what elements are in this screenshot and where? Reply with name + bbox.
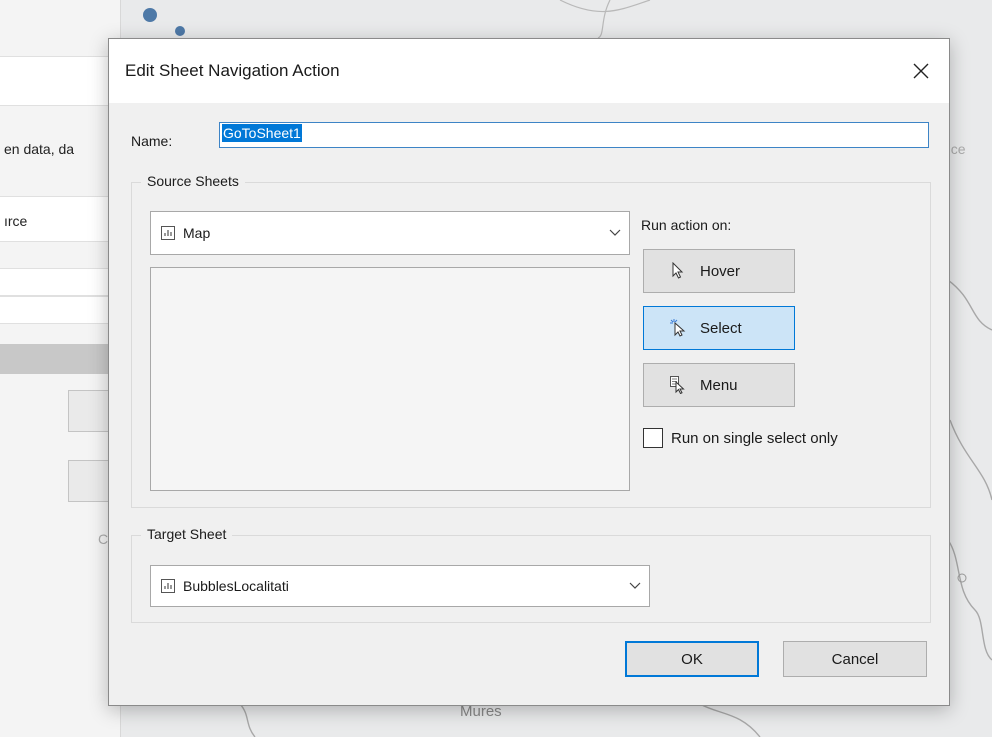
target-sheet-label: Target Sheet <box>141 526 233 542</box>
edit-sheet-navigation-dialog: Edit Sheet Navigation Action Name: GoToS… <box>108 38 950 706</box>
run-action-label: Run action on: <box>641 217 732 233</box>
panel-gray-bar <box>0 344 120 374</box>
close-button[interactable] <box>903 53 939 89</box>
cancel-button[interactable]: Cancel <box>783 641 927 677</box>
chevron-down-icon <box>609 229 621 236</box>
worksheet-icon <box>161 226 175 240</box>
single-select-label: Run on single select only <box>671 429 838 447</box>
menu-button[interactable]: Menu <box>643 363 795 407</box>
name-input-value: GoToSheet1 <box>222 124 302 142</box>
panel-text: ırce <box>4 213 28 229</box>
chevron-down-icon <box>629 582 641 589</box>
target-sheet-value: BubblesLocalitati <box>183 578 289 594</box>
map-label: C <box>98 531 109 547</box>
panel-row <box>0 268 120 296</box>
cursor-menu-icon <box>670 376 685 394</box>
source-sheet-value: Map <box>183 225 211 241</box>
target-sheet-dropdown[interactable]: BubblesLocalitati <box>150 565 650 607</box>
cursor-arrow-icon <box>672 262 684 279</box>
dialog-title: Edit Sheet Navigation Action <box>125 61 340 80</box>
hover-button[interactable]: Hover <box>643 249 795 293</box>
cursor-select-icon <box>670 319 686 337</box>
single-select-checkbox[interactable] <box>643 428 663 448</box>
single-select-option[interactable]: Run on single select only <box>643 428 838 448</box>
close-icon <box>913 63 929 79</box>
map-point <box>175 26 185 36</box>
source-sheets-list[interactable] <box>150 267 630 491</box>
name-label: Name: <box>131 133 173 149</box>
hover-label: Hover <box>700 262 741 280</box>
source-sheet-dropdown[interactable]: Map <box>150 211 630 255</box>
worksheet-icon <box>161 579 175 593</box>
ok-button[interactable]: OK <box>625 641 759 677</box>
background-side-panel <box>0 0 121 737</box>
panel-header-row <box>0 56 120 106</box>
panel-text: en data, da <box>4 141 75 157</box>
select-button[interactable]: Select <box>643 306 795 350</box>
select-label: Select <box>700 319 742 337</box>
panel-row <box>0 296 120 324</box>
map-point <box>143 8 157 22</box>
name-input[interactable]: GoToSheet1 <box>219 122 929 148</box>
menu-label: Menu <box>700 376 738 394</box>
dialog-titlebar: Edit Sheet Navigation Action <box>109 39 949 103</box>
source-sheets-label: Source Sheets <box>141 173 245 189</box>
